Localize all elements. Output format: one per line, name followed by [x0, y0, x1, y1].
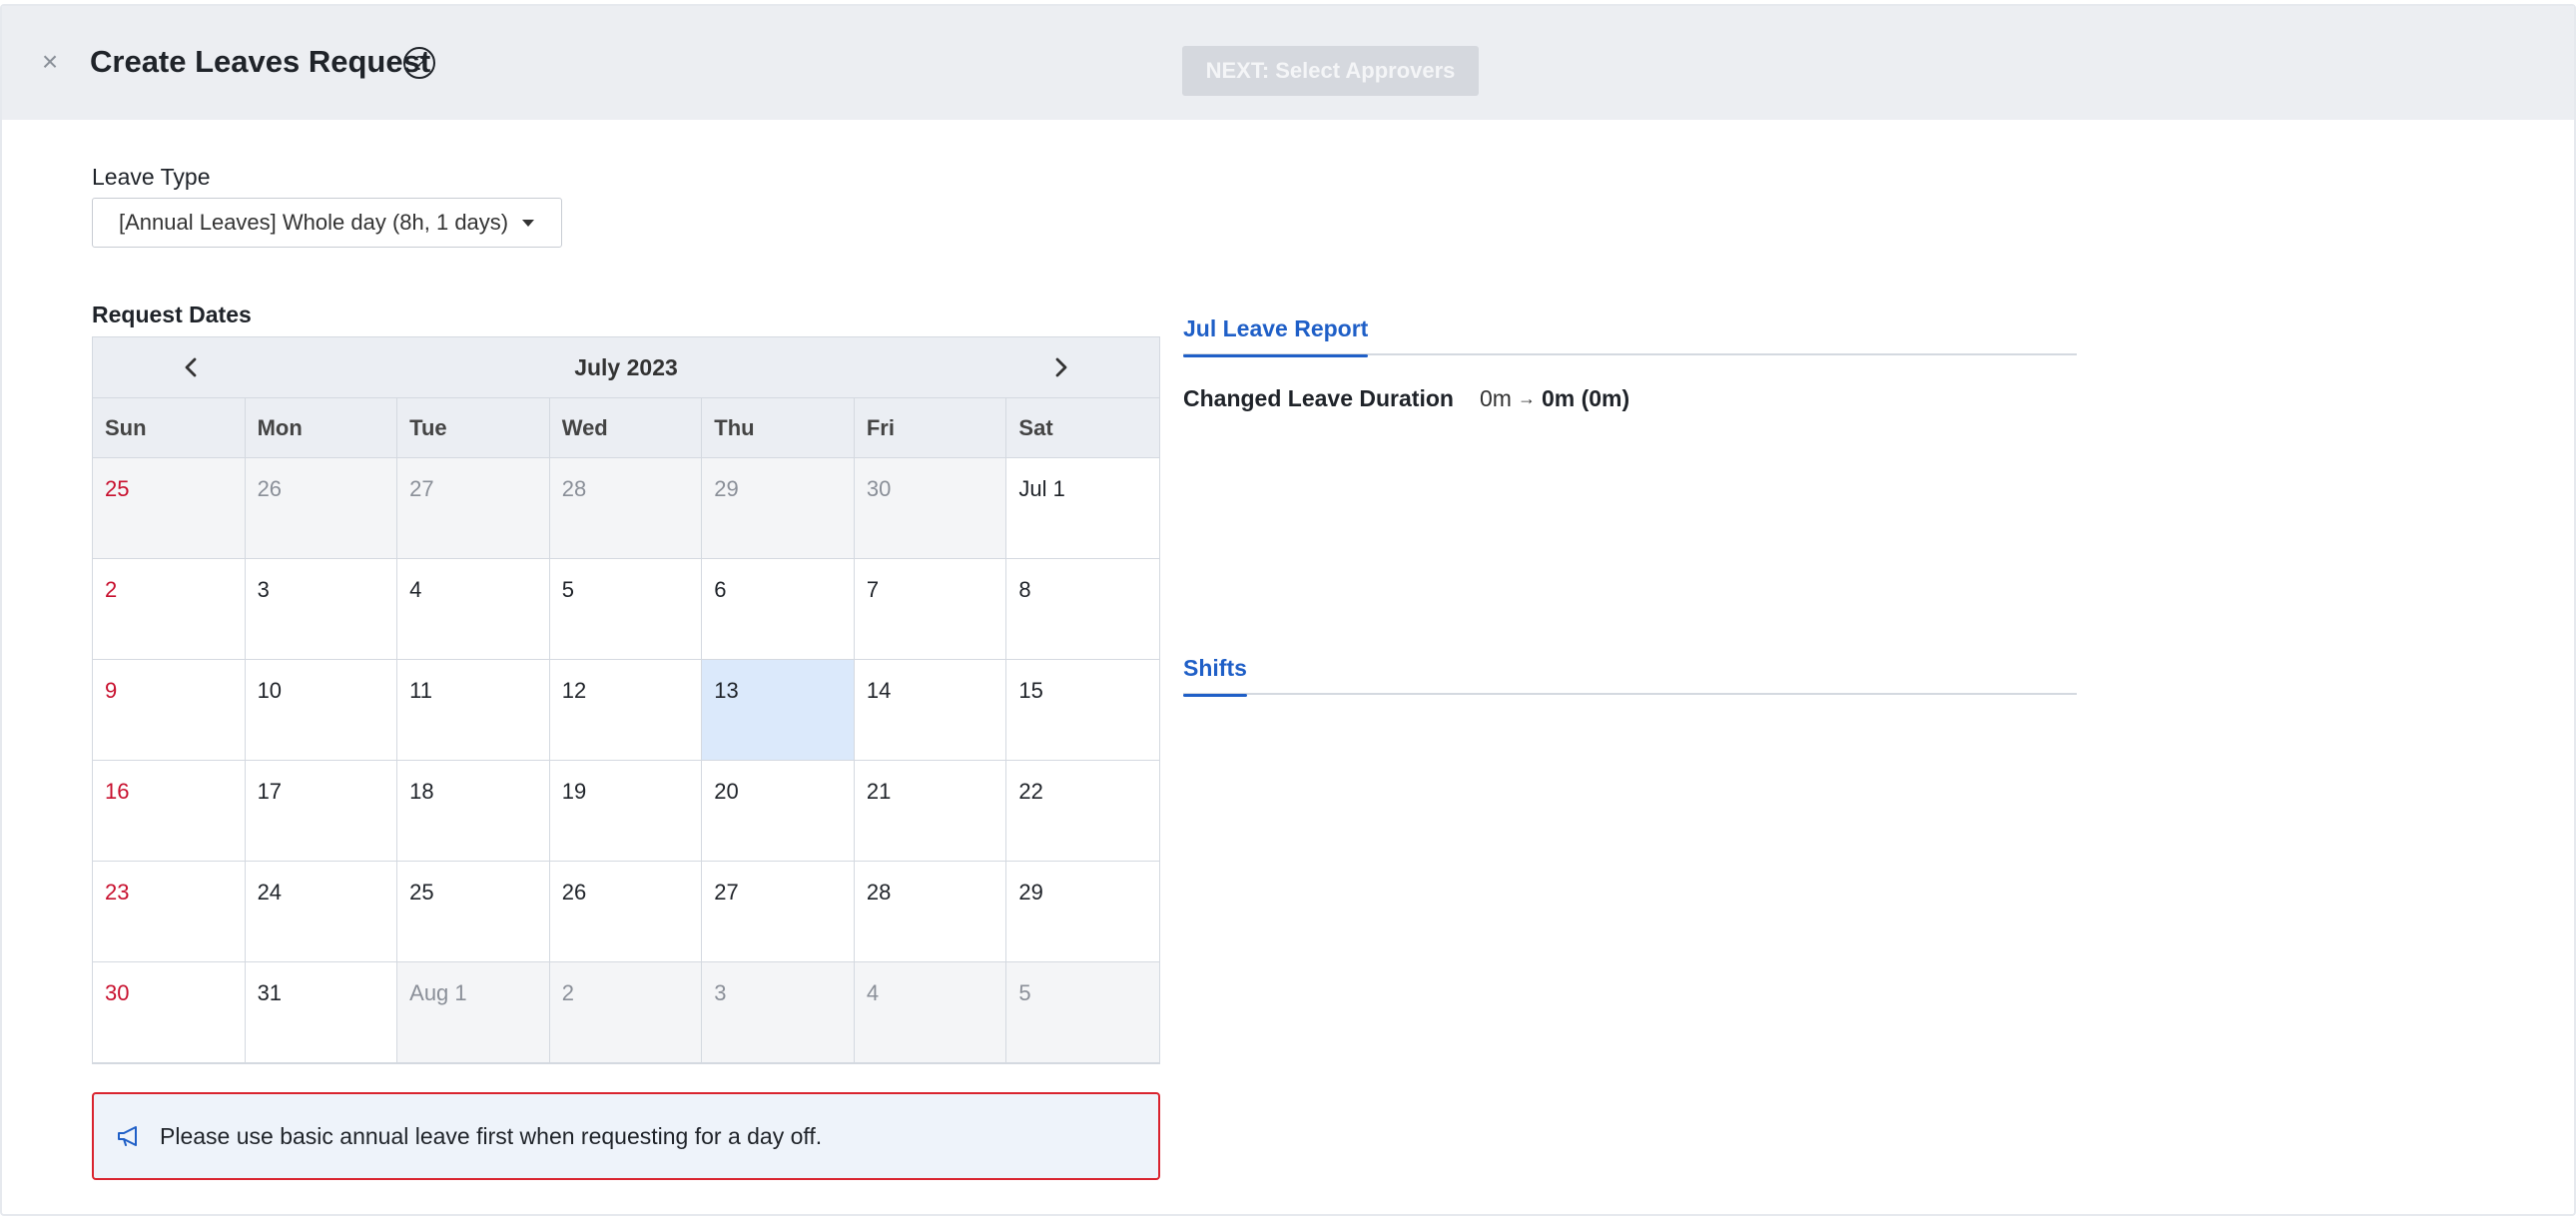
calendar-day[interactable]: 2 [549, 962, 703, 1063]
calendar-day[interactable]: 27 [397, 458, 550, 559]
megaphone-icon [118, 1126, 137, 1146]
calendar-day[interactable]: 3 [702, 962, 855, 1063]
month-label: July 2023 [574, 353, 678, 380]
leave-type-label: Leave Type [92, 164, 211, 190]
calendar-day[interactable]: 3 [245, 559, 398, 660]
weekday-sun: Sun [93, 398, 246, 457]
weekday-fri: Fri [855, 398, 1007, 457]
calendar: July 2023 Sun Mon Tue Wed Thu Fri Sat 25 26 27 28… [92, 336, 1160, 1064]
tab-shifts[interactable]: Shifts [1183, 641, 1247, 697]
calendar-day[interactable]: 19 [549, 761, 703, 862]
help-icon[interactable]: ? [402, 46, 436, 80]
weekday-mon: Mon [246, 398, 398, 457]
calendar-day[interactable]: 29 [1006, 862, 1159, 962]
calendar-day-selected[interactable]: 13 [702, 660, 855, 761]
page-title: Create Leaves Request [90, 44, 431, 79]
weekday-thu: Thu [702, 398, 855, 457]
dialog: × Create Leaves Request ? NEXT: Select A… [0, 4, 2576, 1216]
calendar-day[interactable]: 14 [854, 660, 1007, 761]
changed-leave-duration-row: Changed Leave Duration 0m → 0m (0m) [1183, 385, 1629, 412]
duration-to: 0m (0m) [1541, 385, 1630, 411]
calendar-day[interactable]: 29 [702, 458, 855, 559]
calendar-day[interactable]: 16 [93, 761, 246, 862]
calendar-day[interactable]: 28 [854, 862, 1007, 962]
leave-report-tabs: Jul Leave Report [1183, 302, 2077, 357]
notice-text: Please use basic annual leave first when… [160, 1122, 823, 1149]
close-icon[interactable]: × [36, 48, 64, 76]
calendar-day[interactable]: 26 [549, 862, 703, 962]
calendar-day[interactable]: 24 [245, 862, 398, 962]
calendar-day[interactable]: 5 [549, 559, 703, 660]
weekday-tue: Tue [397, 398, 550, 457]
chevron-right-icon[interactable] [1047, 353, 1075, 381]
calendar-day[interactable]: 12 [549, 660, 703, 761]
arrow-right-icon: → [1517, 388, 1536, 408]
calendar-day[interactable]: 9 [93, 660, 246, 761]
calendar-day[interactable]: 18 [397, 761, 550, 862]
next-select-approvers-button[interactable]: NEXT: Select Approvers [1182, 46, 1479, 96]
leave-type-select[interactable]: [Annual Leaves] Whole day (8h, 1 days) [92, 198, 562, 248]
calendar-day[interactable]: 20 [702, 761, 855, 862]
calendar-day[interactable]: 25 [397, 862, 550, 962]
calendar-day[interactable]: 7 [854, 559, 1007, 660]
calendar-day[interactable]: 25 [93, 458, 246, 559]
calendar-day[interactable]: 30 [93, 962, 246, 1063]
duration-label: Changed Leave Duration [1183, 385, 1454, 411]
chevron-left-icon[interactable] [177, 353, 205, 381]
dialog-header: × Create Leaves Request ? NEXT: Select A… [2, 6, 2574, 120]
calendar-day[interactable]: 4 [397, 559, 550, 660]
shifts-tabs: Shifts [1183, 641, 2077, 697]
calendar-day[interactable]: 23 [93, 862, 246, 962]
caret-down-icon [522, 219, 535, 227]
calendar-day[interactable]: 5 [1006, 962, 1159, 1063]
calendar-day[interactable]: 4 [854, 962, 1007, 1063]
calendar-day[interactable]: 17 [245, 761, 398, 862]
calendar-day[interactable]: Jul 1 [1006, 458, 1159, 559]
weekday-header: Sun Mon Tue Wed Thu Fri Sat [93, 398, 1159, 458]
weekday-sat: Sat [1018, 414, 1053, 440]
calendar-day[interactable]: 31 [245, 962, 398, 1063]
calendar-day[interactable]: 11 [397, 660, 550, 761]
calendar-day[interactable]: 30 [854, 458, 1007, 559]
calendar-day[interactable]: 27 [702, 862, 855, 962]
calendar-day[interactable]: 22 [1006, 761, 1159, 862]
svg-text:?: ? [413, 53, 424, 75]
calendar-nav: July 2023 [93, 337, 1159, 398]
weekday-wed: Wed [550, 398, 703, 457]
calendar-day[interactable]: 21 [854, 761, 1007, 862]
calendar-day[interactable]: 15 [1006, 660, 1159, 761]
calendar-day[interactable]: 26 [245, 458, 398, 559]
calendar-day[interactable]: 28 [549, 458, 703, 559]
calendar-day[interactable]: Aug 1 [397, 962, 550, 1063]
leave-type-value: [Annual Leaves] Whole day (8h, 1 days) [119, 210, 509, 235]
tab-jul-leave-report[interactable]: Jul Leave Report [1183, 302, 1369, 357]
notice-banner: Please use basic annual leave first when… [92, 1092, 1160, 1180]
calendar-day[interactable]: 10 [245, 660, 398, 761]
request-dates-label: Request Dates [92, 302, 252, 327]
calendar-grid: 25 26 27 28 29 30 Jul 1 2 3 4 5 6 7 8 9 10 11 12 13 14 15 16 1… [93, 458, 1159, 1063]
calendar-day[interactable]: 6 [702, 559, 855, 660]
duration-from: 0m [1480, 385, 1512, 411]
calendar-day[interactable]: 8 [1006, 559, 1159, 660]
calendar-day[interactable]: 2 [93, 559, 246, 660]
